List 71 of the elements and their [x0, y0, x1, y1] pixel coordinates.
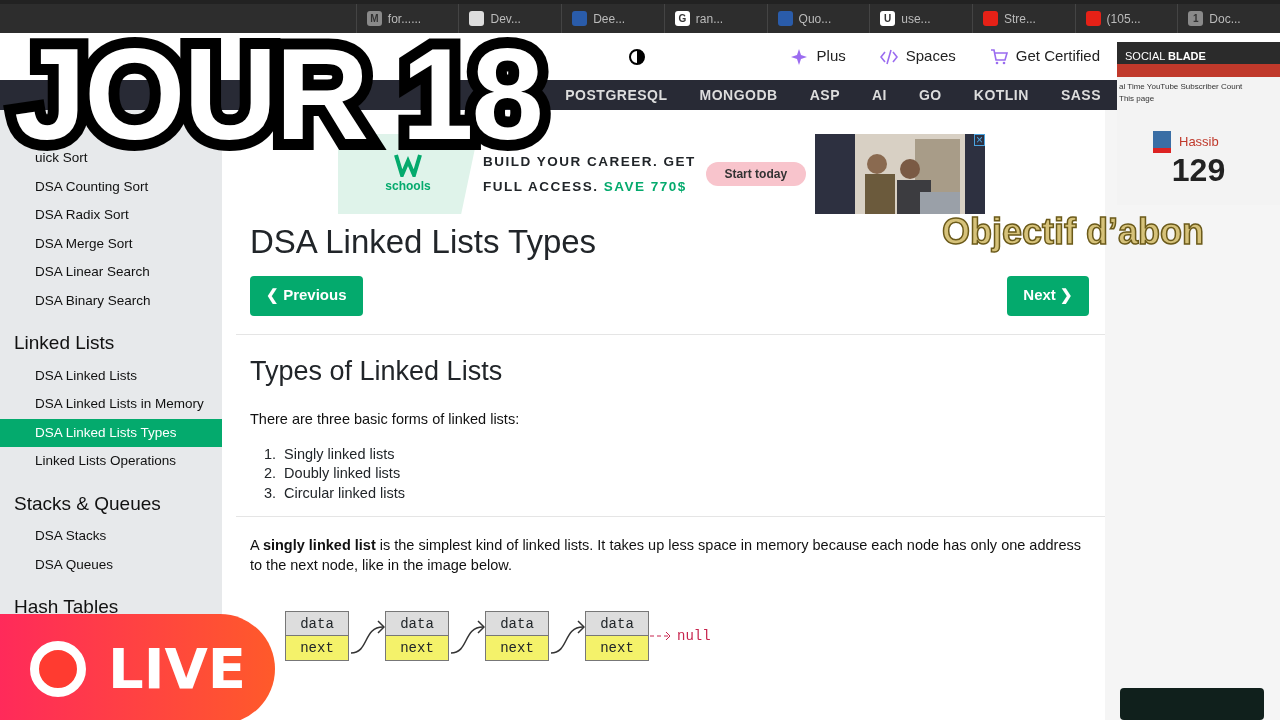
sidebar-item[interactable]: DSA Counting Sort — [0, 172, 222, 201]
data-field: data — [286, 612, 348, 637]
widget-subtitle: al Time YouTube Subscriber Count — [1119, 81, 1243, 93]
browser-tab[interactable]: 1 Doc... — [1177, 4, 1280, 33]
ad-headline: BUILD YOUR CAREER. GET — [483, 153, 696, 171]
header-link[interactable]: Plus — [816, 45, 846, 68]
goal-caption: Objectif d’abon — [942, 210, 1204, 254]
channel-name: Hassib — [1179, 133, 1219, 152]
browser-tab[interactable]: Stre... — [971, 4, 1075, 33]
start-button[interactable]: Start today — [705, 162, 806, 186]
browser-tab[interactable]: U use... — [869, 4, 972, 33]
sidebar-item[interactable]: DSA Radix Sort — [0, 201, 222, 230]
dashed-arrow-icon — [649, 631, 671, 642]
nav-link[interactable]: KOTLIN — [957, 84, 1045, 106]
nav-link[interactable]: ASP — [793, 84, 856, 106]
list-item: Circular linked lists — [284, 484, 405, 503]
data-field: data — [586, 612, 648, 637]
list-item: Singly linked lists — [284, 445, 395, 464]
theme-icon — [629, 49, 645, 66]
next-field: next — [286, 636, 348, 661]
sidebar-heading: Linked Lists — [13, 331, 116, 355]
widget-brand-bold: BLADE — [1168, 50, 1206, 62]
cart-icon — [989, 47, 1008, 66]
next-field: next — [486, 636, 548, 661]
data-field: data — [486, 612, 548, 637]
widget-brand: SOCIAL — [1125, 50, 1166, 62]
next-field: next — [586, 636, 648, 661]
data-field: data — [386, 612, 448, 637]
sidebar-item[interactable]: DSA Queues — [0, 550, 222, 579]
tab-favicon: G — [674, 11, 690, 26]
avatar-icon — [1153, 131, 1171, 153]
list-item: Doubly linked lists — [284, 464, 401, 484]
nav-link[interactable]: SASS — [1044, 84, 1117, 106]
ad-text: FULL ACCESS. — [483, 179, 600, 194]
null-label: null — [677, 627, 711, 646]
browser-tab[interactable]: Quo... — [766, 4, 870, 33]
ad-offer: SAVE 770$ — [603, 179, 687, 194]
header-link[interactable]: Spaces — [905, 45, 956, 68]
subscriber-count: 129 — [1170, 153, 1227, 189]
browser-tab[interactable]: Dee... — [561, 4, 664, 33]
close-icon[interactable]: × — [974, 134, 985, 146]
list-number: 1. — [264, 445, 277, 464]
widget-note: This page — [1119, 93, 1155, 105]
live-badge: LIVE — [0, 614, 275, 720]
browser-tab[interactable]: (105... — [1074, 4, 1178, 33]
sidebar-item[interactable]: DSA Linear Search — [0, 258, 222, 287]
sidebar-item[interactable]: DSA Linked Lists — [0, 361, 222, 390]
sidebar-item[interactable]: DSA Linked Lists in Memory — [0, 390, 222, 419]
sidebar-item[interactable]: DSA Binary Search — [0, 286, 222, 315]
section-heading: Types of Linked Lists — [250, 354, 504, 387]
sidebar-item[interactable]: DSA Stacks — [0, 522, 222, 551]
browser-tab[interactable]: G ran... — [663, 4, 767, 33]
sparkle-icon — [790, 47, 809, 66]
sidebar-heading: Stacks & Queues — [13, 491, 162, 516]
list-number: 2. — [264, 464, 277, 484]
list-number: 3. — [264, 484, 277, 503]
header-link[interactable]: Get Certified — [1015, 45, 1100, 68]
page-title: DSA Linked Lists Types — [250, 222, 597, 262]
paragraph: There are three basic forms of linked lists: — [250, 410, 521, 429]
next-field: next — [386, 636, 448, 661]
code-icon — [879, 47, 898, 66]
nav-link[interactable]: MONGODB — [683, 84, 794, 106]
record-icon — [30, 641, 86, 697]
tab-favicon: U — [880, 11, 896, 26]
sidebar-item[interactable]: Linked Lists Operations — [0, 447, 222, 476]
nav-link[interactable]: POSTGRESQL — [549, 84, 684, 106]
sidebar-item[interactable]: DSA Merge Sort — [0, 229, 222, 258]
nav-link[interactable]: GO — [903, 84, 958, 106]
tab-favicon: 1 — [1188, 11, 1204, 26]
nav-link[interactable]: AI — [856, 84, 903, 106]
paragraph: A singly linked list is the simplest kind of linked lists. It takes up less space in memory because each node has only one address to the next node, like in the image below. — [250, 536, 1082, 576]
